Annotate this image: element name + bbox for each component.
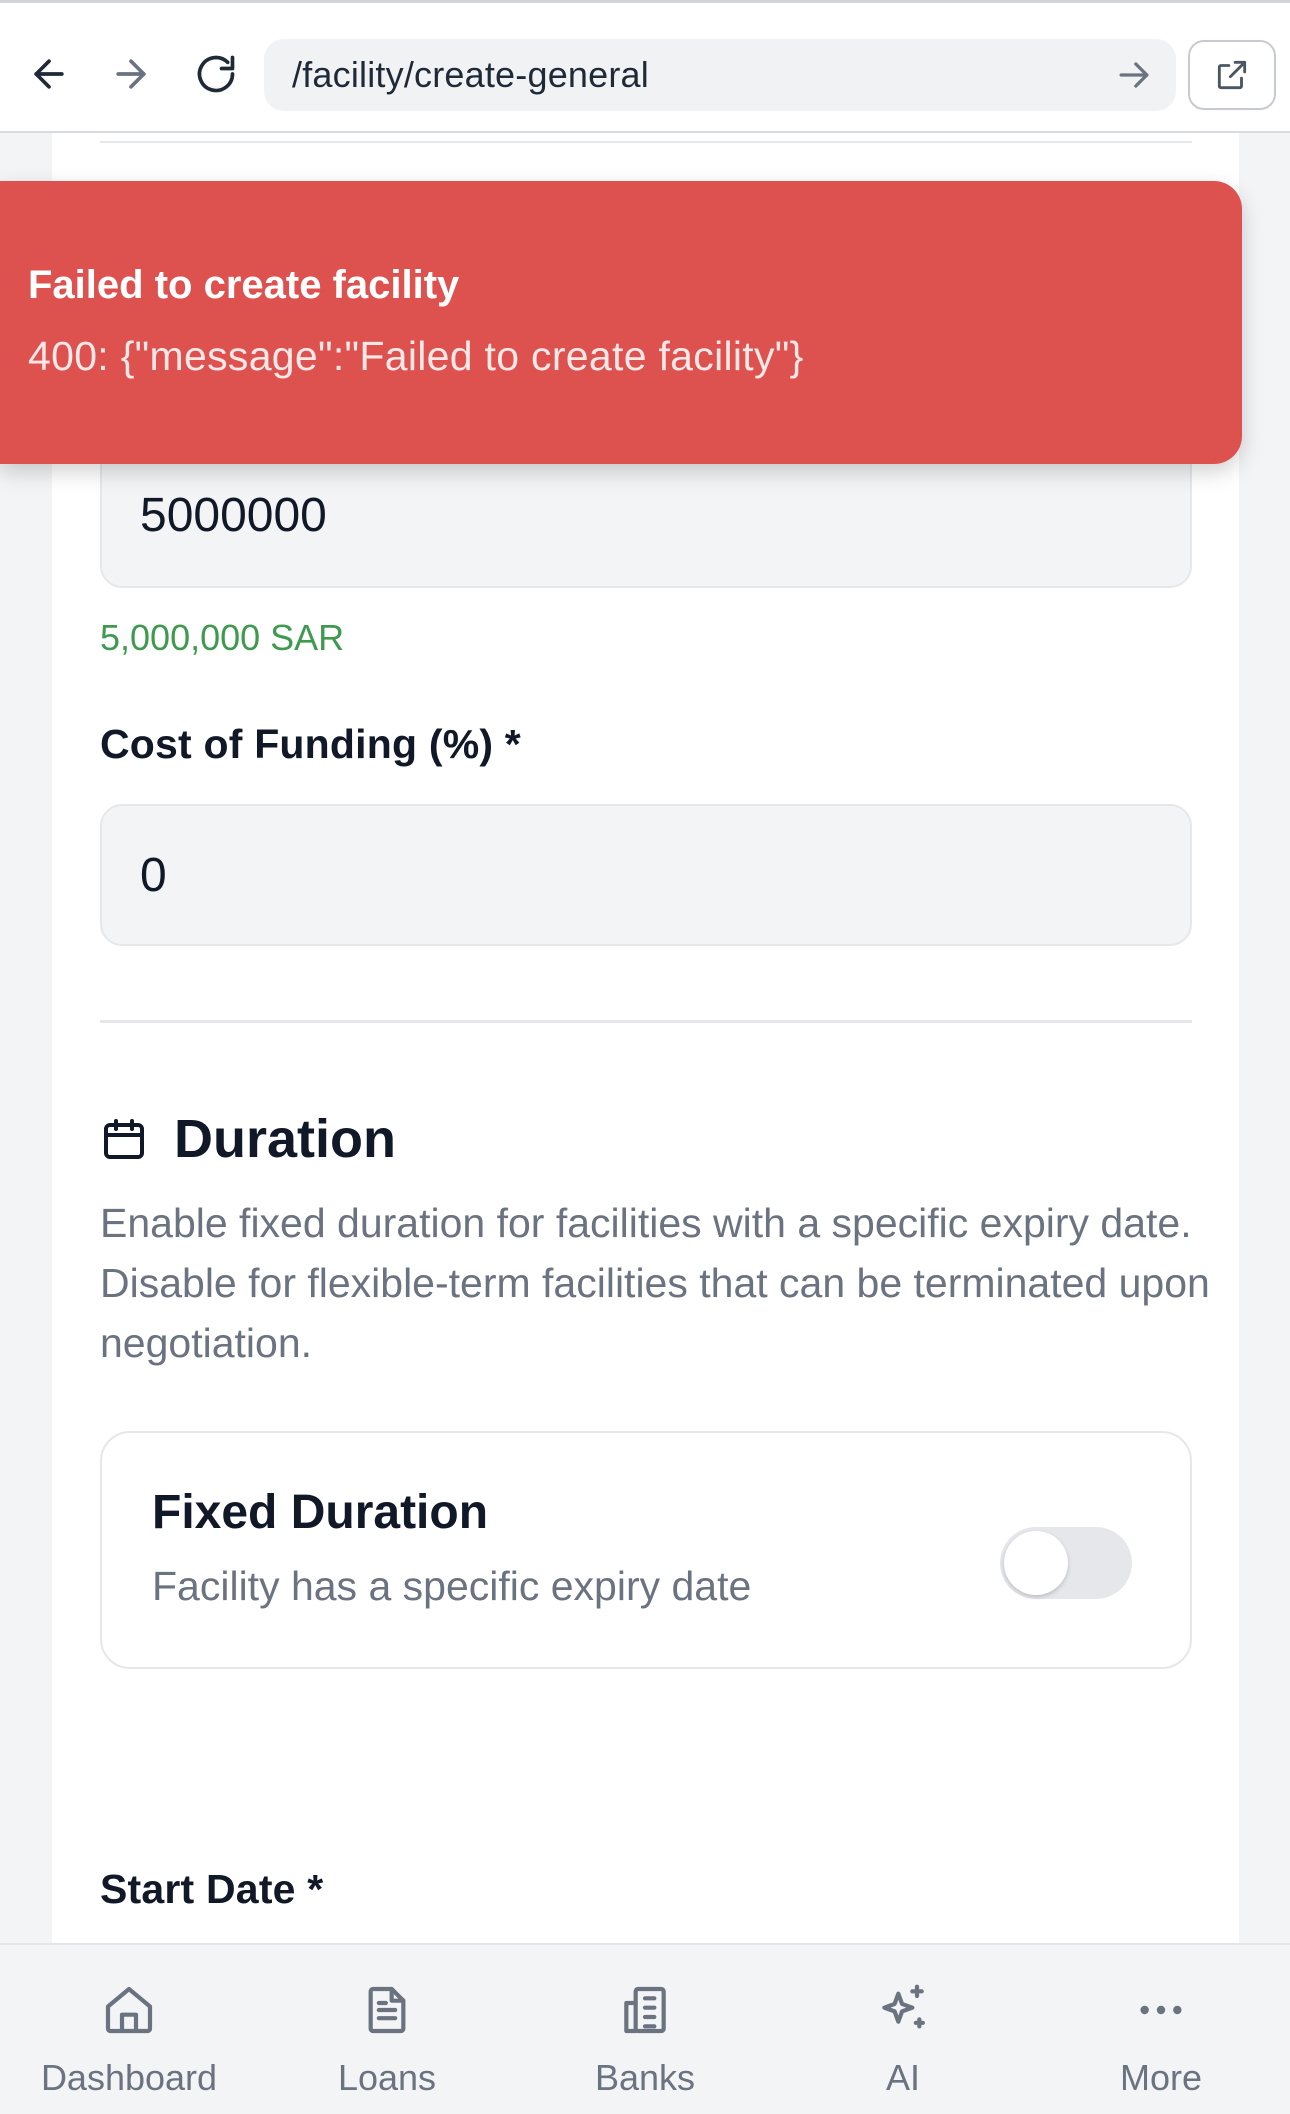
fixed-duration-toggle[interactable] — [1000, 1527, 1132, 1599]
open-external-button[interactable] — [1188, 40, 1276, 110]
building-icon — [624, 1986, 666, 2034]
nav-item-dashboard[interactable]: Dashboard — [0, 1945, 258, 2114]
calendar-icon — [104, 1119, 144, 1159]
nav-label: AI — [885, 2057, 920, 2098]
duration-title: Duration — [174, 1109, 396, 1169]
facility-amount-value: 5000000 — [140, 489, 327, 542]
facility-amount-input[interactable]: 5000000 — [100, 443, 1192, 588]
toast-title: Failed to create facility — [28, 263, 460, 307]
start-date-label: Start Date * — [100, 1866, 324, 1912]
toast-message: 400: {"message":"Failed to create facili… — [28, 333, 804, 379]
url-bar[interactable]: /facility/create-general — [264, 39, 1176, 111]
sparkles-icon — [882, 1984, 925, 2029]
toggle-knob — [1004, 1531, 1068, 1595]
nav-label: More — [1119, 2057, 1203, 2098]
nav-item-banks[interactable]: Banks — [516, 1945, 774, 2114]
document-icon — [368, 1986, 406, 2034]
duration-section-header: Duration — [100, 1108, 396, 1170]
nav-label: Banks — [594, 2057, 696, 2098]
nav-label: Dashboard — [40, 2057, 218, 2098]
divider — [100, 141, 1192, 143]
cost-of-funding-value: 0 — [140, 848, 167, 902]
more-dots-icon — [1140, 2005, 1182, 2015]
fixed-duration-title: Fixed Duration — [152, 1486, 489, 1539]
facility-amount-formatted: 5,000,000 SAR — [100, 617, 345, 658]
external-link-icon — [1217, 60, 1247, 90]
nav-label: Loans — [337, 2057, 437, 2098]
fixed-duration-subtitle: Facility has a specific expiry date — [152, 1563, 752, 1609]
reload-icon[interactable] — [185, 43, 247, 105]
nav-item-loans[interactable]: Loans — [258, 1945, 516, 2114]
duration-description: Enable fixed duration for facilities wit… — [100, 1200, 1210, 1366]
bottom-nav: Dashboard Loans Banks AI More — [0, 1943, 1290, 2114]
browser-toolbar: /facility/create-general — [0, 0, 1290, 133]
cost-of-funding-input[interactable]: 0 — [100, 804, 1192, 946]
page: /facility/create-general 5000000 5,000,0… — [0, 0, 1290, 2114]
error-toast[interactable]: Failed to create facility 400: {"message… — [0, 181, 1242, 464]
fixed-duration-card: Fixed Duration Facility has a specific e… — [100, 1431, 1192, 1669]
url-text: /facility/create-general — [292, 54, 649, 95]
section-divider — [100, 1020, 1192, 1023]
cost-of-funding-label: Cost of Funding (%) * — [100, 721, 521, 767]
nav-item-ai[interactable]: AI — [774, 1945, 1032, 2114]
go-arrow-icon[interactable] — [1112, 53, 1156, 97]
home-icon — [105, 1986, 153, 2034]
back-arrow-icon[interactable] — [18, 43, 80, 105]
nav-item-more[interactable]: More — [1032, 1945, 1290, 2114]
forward-arrow-icon[interactable] — [100, 43, 162, 105]
